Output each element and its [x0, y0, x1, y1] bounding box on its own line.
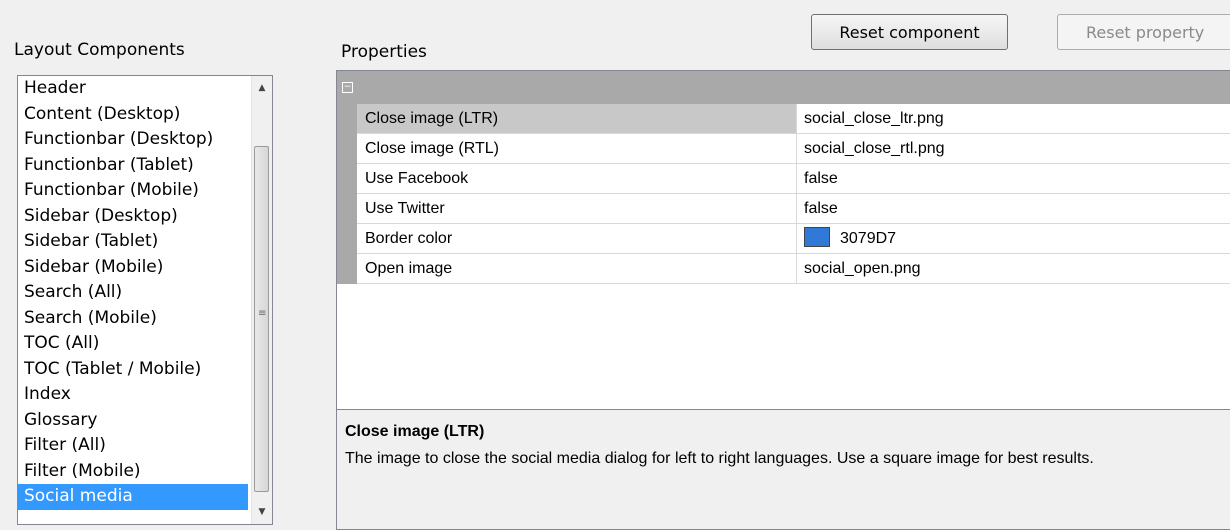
property-row[interactable]: Use Facebook false: [337, 163, 1230, 194]
list-item[interactable]: Functionbar (Desktop): [18, 127, 248, 153]
reset-property-button[interactable]: Reset property: [1057, 14, 1230, 50]
property-row[interactable]: Border color 3079D7: [337, 223, 1230, 254]
row-gutter: [337, 193, 357, 224]
list-item[interactable]: Search (Mobile): [18, 306, 248, 332]
color-swatch[interactable]: [804, 227, 830, 248]
property-value[interactable]: false: [798, 164, 1230, 193]
property-name[interactable]: Open image: [357, 254, 797, 283]
property-grid[interactable]: − Close image (LTR) social_close_ltr.png C…: [336, 70, 1230, 410]
scroll-up-arrow-icon[interactable]: ▲: [252, 78, 272, 98]
property-value[interactable]: social_close_ltr.png: [798, 104, 1230, 133]
property-name[interactable]: Use Twitter: [357, 194, 797, 223]
layout-components-items: Header Content (Desktop) Functionbar (Desk…: [18, 76, 248, 510]
property-value-text: social_close_ltr.png: [804, 110, 944, 127]
property-name[interactable]: Border color: [357, 224, 797, 253]
property-value-text: false: [804, 200, 838, 217]
property-row[interactable]: Close image (LTR) social_close_ltr.png: [337, 103, 1230, 134]
property-value[interactable]: social_close_rtl.png: [798, 134, 1230, 163]
property-value-text: 3079D7: [840, 230, 897, 247]
property-category-row[interactable]: −: [337, 71, 1230, 104]
list-item[interactable]: Search (All): [18, 280, 248, 306]
row-gutter: [337, 133, 357, 164]
list-item[interactable]: Sidebar (Tablet): [18, 229, 248, 255]
property-name[interactable]: Use Facebook: [357, 164, 797, 193]
description-text: The image to close the social media dial…: [345, 450, 1094, 467]
grip-icon: ≡: [258, 308, 267, 319]
list-item[interactable]: TOC (Tablet / Mobile): [18, 357, 248, 383]
list-item[interactable]: Sidebar (Desktop): [18, 204, 248, 230]
property-value[interactable]: false: [798, 194, 1230, 223]
description-title: Close image (LTR): [345, 423, 485, 440]
list-item[interactable]: Filter (All): [18, 433, 248, 459]
scrollbar-thumb[interactable]: ≡: [254, 146, 269, 492]
row-gutter: [337, 103, 357, 134]
property-name[interactable]: Close image (LTR): [357, 104, 797, 133]
property-value-text: false: [804, 170, 838, 187]
property-row[interactable]: Use Twitter false: [337, 193, 1230, 224]
list-item[interactable]: Glossary: [18, 408, 248, 434]
layout-components-label: Layout Components: [14, 40, 185, 60]
reset-component-button[interactable]: Reset component: [811, 14, 1008, 50]
property-value-text: social_open.png: [804, 260, 921, 277]
list-item[interactable]: Functionbar (Mobile): [18, 178, 248, 204]
row-gutter: [337, 163, 357, 194]
list-item[interactable]: Content (Desktop): [18, 102, 248, 128]
property-row[interactable]: Open image social_open.png: [337, 253, 1230, 284]
list-item[interactable]: Social media: [18, 484, 248, 510]
row-gutter: [337, 223, 357, 254]
collapse-icon[interactable]: −: [342, 82, 353, 93]
list-item[interactable]: TOC (All): [18, 331, 248, 357]
list-item[interactable]: Header: [18, 76, 248, 102]
list-item[interactable]: Functionbar (Tablet): [18, 153, 248, 179]
list-item[interactable]: Sidebar (Mobile): [18, 255, 248, 281]
properties-label: Properties: [341, 42, 427, 62]
list-item[interactable]: Filter (Mobile): [18, 459, 248, 485]
row-gutter: [337, 253, 357, 284]
property-rows: Close image (LTR) social_close_ltr.png Clo…: [337, 103, 1230, 284]
property-value-text: social_close_rtl.png: [804, 140, 945, 157]
list-scrollbar[interactable]: ▲ ≡ ▼: [251, 76, 272, 524]
property-name[interactable]: Close image (RTL): [357, 134, 797, 163]
property-description-pane: Close image (LTR) The image to close the…: [336, 410, 1230, 530]
property-value[interactable]: social_open.png: [798, 254, 1230, 283]
list-item[interactable]: Index: [18, 382, 248, 408]
layout-components-list[interactable]: Header Content (Desktop) Functionbar (Desk…: [17, 75, 273, 525]
property-value[interactable]: 3079D7: [798, 224, 1230, 253]
property-row[interactable]: Close image (RTL) social_close_rtl.png: [337, 133, 1230, 164]
scroll-down-arrow-icon[interactable]: ▼: [252, 502, 272, 522]
